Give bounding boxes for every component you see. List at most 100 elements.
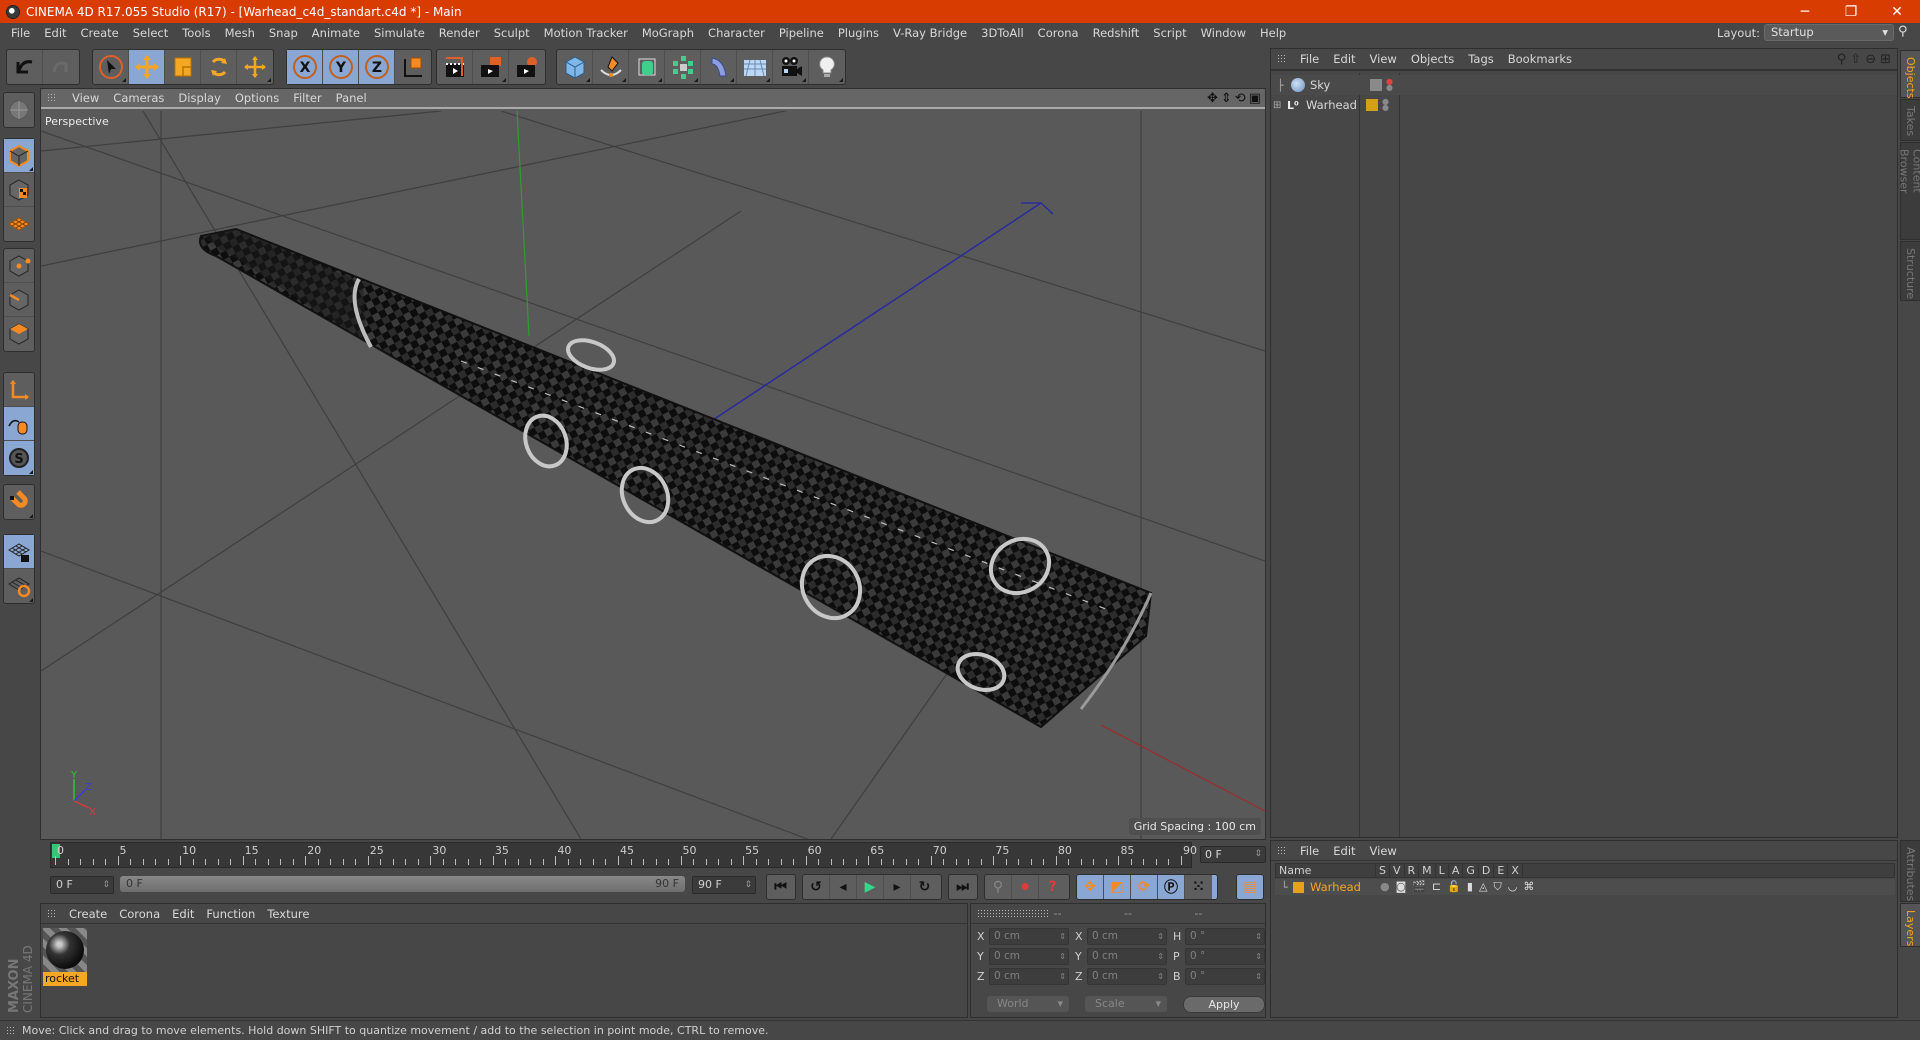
key-scale-icon[interactable]: ◩ [1104,875,1131,899]
menu-tools[interactable]: Tools [175,26,217,40]
end-frame-field[interactable]: 90 F [692,876,756,894]
key-position-icon[interactable]: ✥ [1077,875,1104,899]
redo-icon[interactable] [43,50,79,84]
panel-grip-handle[interactable] [1277,54,1287,64]
manager-toggle-icon[interactable]: ⊏ [1432,880,1441,894]
animation-toggle-icon[interactable]: ▮ [1467,880,1473,894]
rot-b-field[interactable]: 0 ° [1185,968,1265,985]
menu-plugins[interactable]: Plugins [831,26,886,40]
size-y-field[interactable]: 0 cm [1087,948,1167,965]
solo-toggle-icon[interactable]: ● [1380,880,1390,894]
col-generators[interactable]: G [1463,864,1479,877]
pos-z-field[interactable]: 0 cm [989,968,1069,985]
coordinate-mode-dropdown[interactable]: World [987,996,1069,1012]
rot-p-field[interactable]: 0 ° [1185,948,1265,965]
generators-toggle-icon[interactable]: ◬ [1479,880,1487,894]
panel-grip-handle[interactable] [47,908,57,919]
col-manager[interactable]: M [1419,864,1436,877]
x-axis-lock-icon[interactable]: X [287,50,323,84]
previous-key-icon[interactable]: ↺ [803,875,830,899]
viewport-menu-cameras[interactable]: Cameras [106,91,171,105]
toggle-view-layout-icon[interactable]: ▣ [1249,91,1261,106]
pos-y-field[interactable]: 0 cm [989,948,1069,965]
panel-grip-handle[interactable] [6,1025,16,1036]
menu-window[interactable]: Window [1194,26,1253,40]
objects-menu-bookmarks[interactable]: Bookmarks [1501,52,1579,66]
link-icon[interactable]: ⊖ [1865,52,1876,67]
deformers-toggle-icon[interactable]: ⛉ [1493,880,1501,894]
autokeying-icon[interactable]: ⏺ [1012,875,1039,899]
zoom-view-icon[interactable]: ⇕ [1221,91,1232,106]
menu-file[interactable]: File [4,26,37,40]
undo-icon[interactable] [7,50,43,84]
objects-menu-tags[interactable]: Tags [1461,52,1500,66]
tab-structure[interactable]: Structure [1900,241,1920,301]
polygons-mode-icon[interactable] [4,317,34,351]
col-deformers[interactable]: D [1479,864,1495,877]
tab-objects[interactable]: Objects [1900,50,1920,99]
menu-motion-tracker[interactable]: Motion Tracker [537,26,635,40]
menu-snap[interactable]: Snap [262,26,305,40]
xrefs-toggle-icon[interactable]: ⌘ [1523,880,1534,894]
rot-h-field[interactable]: 0 ° [1185,928,1265,945]
keyframe-selection-icon[interactable]: ? [1039,875,1066,899]
lock-toggle-icon[interactable]: 🔓 [1447,880,1461,894]
preview-range-slider[interactable]: 0 F 90 F [120,876,685,892]
viewport-menu-display[interactable]: Display [171,91,227,105]
workplane-mode-icon[interactable] [4,207,34,241]
home-icon[interactable]: ⇧ [1850,52,1861,67]
next-frame-icon[interactable]: ▸ [884,875,911,899]
viewport-menu-options[interactable]: Options [228,91,286,105]
orbit-view-icon[interactable]: ⟲ [1235,91,1246,106]
objects-menu-view[interactable]: View [1363,52,1404,66]
tab-takes[interactable]: Takes [1900,99,1920,141]
col-animation[interactable]: A [1449,864,1464,877]
scale-icon[interactable] [165,50,201,84]
layer-color-swatch[interactable] [1293,881,1304,893]
render-settings-icon[interactable] [509,50,545,84]
current-frame-field[interactable]: 0 F [1200,846,1266,863]
timeline-ruler[interactable]: 0 5 10 15 20 25 30 35 40 45 50 55 60 65 70 75 80 85 90 [50,842,1197,868]
col-locked[interactable]: L [1436,864,1449,877]
material-menu-create[interactable]: Create [63,907,113,921]
panel-grip-handle[interactable] [47,93,57,103]
menu-pipeline[interactable]: Pipeline [772,26,831,40]
panel-grip-handle[interactable] [977,908,1048,919]
axis-mode-icon[interactable] [4,373,34,407]
menu-mograph[interactable]: MoGraph [635,26,701,40]
col-expressions[interactable]: E [1494,864,1509,877]
pan-view-icon[interactable]: ✥ [1207,91,1218,106]
menu-edit[interactable]: Edit [37,26,73,40]
texture-mode-icon[interactable] [4,173,34,207]
key-pla-icon[interactable]: ⁙ [1185,875,1212,899]
rotate-icon[interactable] [201,50,237,84]
light-icon[interactable] [809,50,845,84]
col-solo[interactable]: S [1376,864,1390,877]
material-menu-edit[interactable]: Edit [166,907,200,921]
material-item[interactable]: rocket [43,928,87,986]
menu-sculpt[interactable]: Sculpt [487,26,537,40]
render-picture-viewer-icon[interactable] [473,50,509,84]
go-to-start-icon[interactable]: ⏮ [767,875,794,899]
solo-mode-icon[interactable]: S [4,441,34,475]
make-editable-icon[interactable] [4,93,34,127]
menu-simulate[interactable]: Simulate [367,26,432,40]
visibility-dots-icon[interactable]: ● ● [1382,98,1389,112]
key-rotation-icon[interactable]: ⟳ [1131,875,1158,899]
object-row-sky[interactable]: ├ Sky ● ● [1271,75,1897,95]
layers-menu-view[interactable]: View [1363,844,1404,858]
live-move-icon[interactable] [237,50,273,84]
tab-attributes[interactable]: Attributes [1900,840,1920,902]
start-frame-field[interactable]: 0 F [50,876,114,894]
y-axis-lock-icon[interactable]: Y [323,50,359,84]
layer-row-warhead[interactable]: └ Warhead ● ◙ 🎬 ⊏ 🔓 ▮ ◬ ⛉ ◡ ⌘ [1275,879,1895,895]
menu-3dtoall[interactable]: 3DToAll [974,26,1031,40]
menu-character[interactable]: Character [701,26,772,40]
pos-x-field[interactable]: 0 cm [989,928,1069,945]
col-xrefs[interactable]: X [1508,864,1523,877]
tab-layers[interactable]: Layers [1900,903,1920,947]
layers-menu-edit[interactable]: Edit [1326,844,1362,858]
layout-dropdown[interactable]: Startup [1764,24,1894,41]
menu-script[interactable]: Script [1146,26,1193,40]
search-icon[interactable]: ⚲ [1837,52,1847,67]
